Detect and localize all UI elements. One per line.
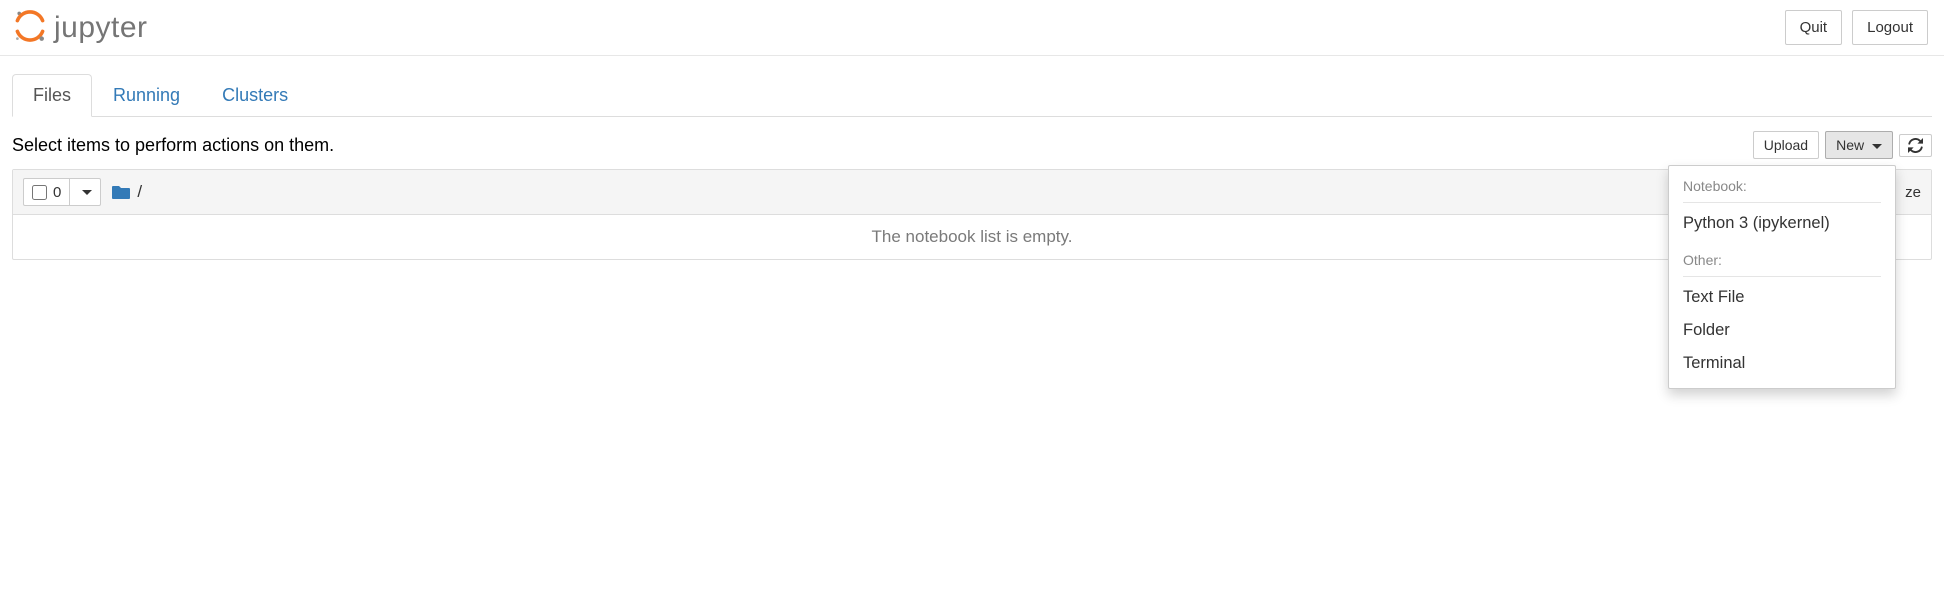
selected-count: 0 [53, 184, 61, 201]
breadcrumb-root: / [137, 182, 142, 202]
jupyter-logo[interactable]: jupyter [12, 8, 148, 47]
main: Files Running Clusters Select items to p… [0, 74, 1944, 260]
menu-item-terminal[interactable]: Terminal [1669, 347, 1895, 380]
size-column-truncated: ze [1905, 184, 1921, 201]
toolbar: Select items to perform actions on them.… [12, 131, 1932, 159]
select-all-dropdown[interactable] [70, 179, 100, 205]
list-header: 0 / Name ze [13, 170, 1931, 215]
divider [1683, 202, 1881, 203]
menu-item-folder[interactable]: Folder [1669, 314, 1895, 347]
new-button[interactable]: New [1825, 131, 1893, 159]
logout-button[interactable]: Logout [1852, 10, 1928, 46]
new-dropdown: Notebook: Python 3 (ipykernel) Other: Te… [1668, 165, 1896, 389]
breadcrumb[interactable]: / [111, 182, 142, 202]
instruction-text: Select items to perform actions on them. [12, 135, 334, 156]
toolbar-right: Upload New Notebook: Python 3 (ipykernel… [1753, 131, 1932, 159]
tabs: Files Running Clusters [12, 74, 1932, 117]
quit-button[interactable]: Quit [1785, 10, 1843, 46]
menu-item-python3[interactable]: Python 3 (ipykernel) [1669, 207, 1895, 240]
dropdown-header-other: Other: [1669, 246, 1895, 272]
select-all-control: 0 [23, 178, 101, 206]
tab-clusters[interactable]: Clusters [201, 74, 309, 117]
jupyter-icon [12, 8, 48, 47]
logo-text: jupyter [54, 11, 148, 45]
menu-item-text-file[interactable]: Text File [1669, 281, 1895, 314]
folder-icon [111, 184, 131, 200]
upload-button[interactable]: Upload [1753, 131, 1819, 159]
header-buttons: Quit Logout [1785, 10, 1928, 46]
caret-down-icon [82, 190, 92, 195]
select-all-left: 0 [24, 179, 70, 205]
tab-files[interactable]: Files [12, 74, 92, 117]
new-button-label: New [1836, 137, 1864, 153]
refresh-button[interactable] [1899, 134, 1932, 157]
file-list: 0 / Name ze The notebook list i [12, 169, 1932, 260]
empty-message: The notebook list is empty. [13, 215, 1931, 259]
select-all-checkbox[interactable] [32, 185, 47, 200]
divider [1683, 276, 1881, 277]
refresh-icon [1908, 138, 1923, 153]
tab-running[interactable]: Running [92, 74, 201, 117]
header: jupyter Quit Logout [0, 0, 1944, 56]
caret-down-icon [1872, 144, 1882, 149]
dropdown-header-notebook: Notebook: [1669, 172, 1895, 198]
